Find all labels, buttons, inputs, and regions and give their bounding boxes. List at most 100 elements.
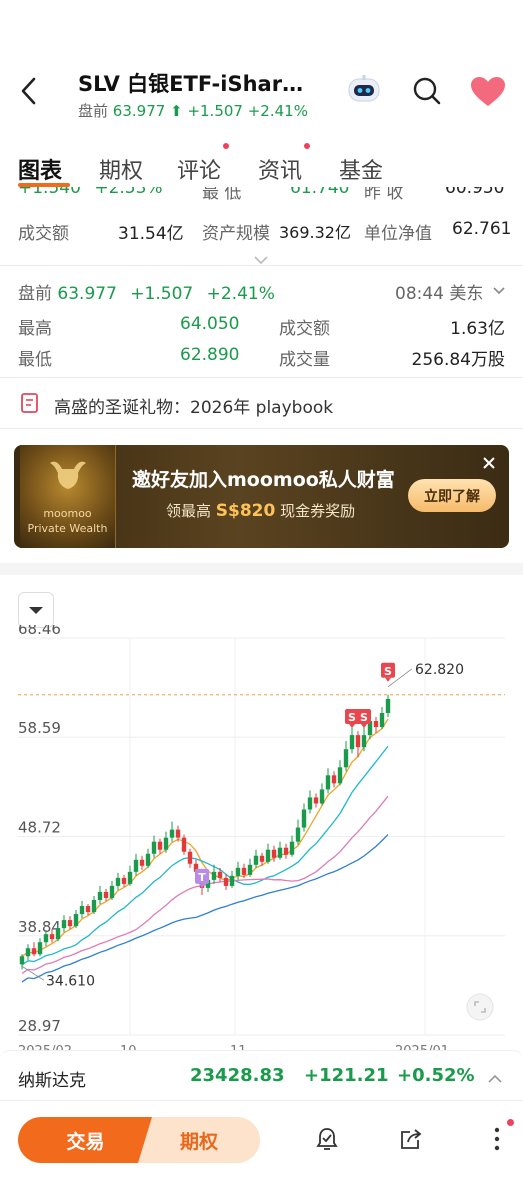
amount-value: 1.63亿 <box>450 319 505 339</box>
candle-body <box>271 849 277 858</box>
options-button[interactable]: 期权 <box>138 1117 260 1163</box>
index-bar[interactable]: 纳斯达克 23428.83 +121.21 +0.52% <box>0 1050 523 1101</box>
index-name: 纳斯达克 <box>18 1071 86 1091</box>
fullscreen-icon[interactable] <box>466 993 494 1021</box>
candle-body <box>115 877 121 886</box>
tab-comments[interactable]: 评论 <box>177 153 221 185</box>
candle-body <box>19 956 25 965</box>
comments-notification-dot <box>223 143 229 149</box>
cut-prev-value: 60.950 <box>445 187 505 198</box>
promo-banner[interactable]: moomoo Private Wealth 邀好友加入moomoo私人财富 领最… <box>14 445 509 548</box>
candle-body <box>61 920 67 929</box>
candle-body <box>163 837 169 850</box>
cut-low-label: 最 低 <box>202 187 242 203</box>
share-icon[interactable] <box>398 1126 424 1156</box>
index-expand-icon[interactable] <box>488 1069 502 1088</box>
high-label: 最高 <box>18 319 52 339</box>
chart-period-dropdown[interactable] <box>18 592 54 628</box>
candle-body <box>91 899 97 913</box>
more-notification-dot <box>507 1119 514 1126</box>
candle-body <box>157 841 163 850</box>
candle-body <box>247 864 253 875</box>
candle-body <box>319 789 325 804</box>
header-quote: 盘前 63.977 ⬆ +1.507 +2.41% <box>78 100 308 121</box>
index-pct: +0.52% <box>397 1065 475 1086</box>
candle-body <box>79 906 85 915</box>
vol-value: 256.84万股 <box>411 350 505 370</box>
trade-marker-pointer <box>385 677 391 682</box>
candle-body <box>37 942 43 955</box>
trade-marker-label: T <box>198 871 206 884</box>
scrolled-row: +1.540 +2.53% 最 低 61.740 昨 收 60.950 <box>0 187 523 203</box>
candle-body <box>109 885 115 898</box>
candle-body <box>85 906 91 913</box>
candle-body <box>229 875 235 886</box>
expand-chevron-icon[interactable] <box>254 250 268 269</box>
banner-subtitle: 领最高 S$820 现金券奖励 <box>166 500 355 521</box>
search-icon[interactable] <box>412 76 442 106</box>
tab-options[interactable]: 期权 <box>99 153 143 185</box>
tab-fund[interactable]: 基金 <box>339 153 383 185</box>
candle-body <box>55 928 61 940</box>
candle-body <box>289 841 295 855</box>
candle-body <box>139 859 145 866</box>
trade-button[interactable]: 交易 <box>18 1117 153 1163</box>
premarket-label: 盘前 <box>18 284 52 304</box>
premarket-quote: 盘前 63.977 +1.507 +2.41% <box>18 279 275 304</box>
banner-sub-amount: S$820 <box>215 501 276 521</box>
trade-marker-pointer <box>349 724 355 729</box>
trade-marker-label: S <box>384 665 392 678</box>
premarket-price: 63.977 <box>57 284 117 304</box>
candle-body <box>283 847 289 855</box>
banner-title: 邀好友加入moomoo私人财富 <box>132 469 395 491</box>
banner-close-icon[interactable] <box>481 455 497 471</box>
banner-sub-post: 现金券奖励 <box>275 502 356 520</box>
candle-body <box>175 829 181 838</box>
candle-body <box>31 948 37 955</box>
price-alert-icon[interactable] <box>314 1126 340 1156</box>
candle-body <box>67 920 73 927</box>
trade-marker-label: S <box>360 711 368 724</box>
candle-body <box>277 847 283 858</box>
tab-news[interactable]: 资讯 <box>258 153 302 185</box>
pre-change: +1.507 <box>187 102 243 120</box>
candle-body <box>73 914 79 927</box>
news-headline[interactable]: 高盛的圣诞礼物：2026年 playbook <box>54 393 333 418</box>
tab-chart[interactable]: 图表 <box>18 153 62 185</box>
more-menu-icon[interactable] <box>490 1124 504 1154</box>
pre-pct: +2.41% <box>247 102 308 120</box>
high-value: 64.050 <box>180 314 240 334</box>
max-price-label: 62.820 <box>415 662 464 678</box>
candle-body <box>253 855 259 865</box>
candle-body <box>349 735 355 750</box>
candle-body <box>169 829 175 838</box>
nav-value: 62.761 <box>452 219 512 239</box>
candle-body <box>355 735 361 748</box>
candle-body <box>373 721 379 728</box>
candle-body <box>379 712 385 728</box>
candle-body <box>295 827 301 842</box>
candle-body <box>301 809 307 828</box>
bottom-divider <box>0 1100 523 1101</box>
premarket-pct: +2.41% <box>206 284 275 304</box>
candle-body <box>217 871 223 878</box>
robot-assistant-icon[interactable] <box>346 74 382 106</box>
banner-cta-button[interactable]: 立即了解 <box>408 479 496 512</box>
trade-marker-label: S <box>348 711 356 724</box>
premarket-chevron-icon[interactable] <box>493 282 505 301</box>
back-icon[interactable] <box>18 76 40 106</box>
candlestick-chart[interactable]: 68.4658.5948.7238.8428.972025/0210112025… <box>0 625 523 1055</box>
low-value: 62.890 <box>180 345 240 365</box>
vol-label: 成交量 <box>279 350 330 370</box>
page-title: SLV 白银ETF-iShar… <box>78 72 304 96</box>
favorite-heart-icon[interactable] <box>470 76 506 108</box>
cut-prev-label: 昨 收 <box>364 187 404 203</box>
y-tick-label: 38.84 <box>18 918 61 936</box>
volume-value: 31.54亿 <box>118 224 184 244</box>
candle-body <box>343 749 349 768</box>
candle-body <box>151 841 157 854</box>
index-value: 23428.83 <box>190 1065 285 1086</box>
cut-pct: +2.53% <box>94 187 163 198</box>
premarket-change: +1.507 <box>130 284 194 304</box>
y-tick-label: 28.97 <box>18 1017 61 1035</box>
